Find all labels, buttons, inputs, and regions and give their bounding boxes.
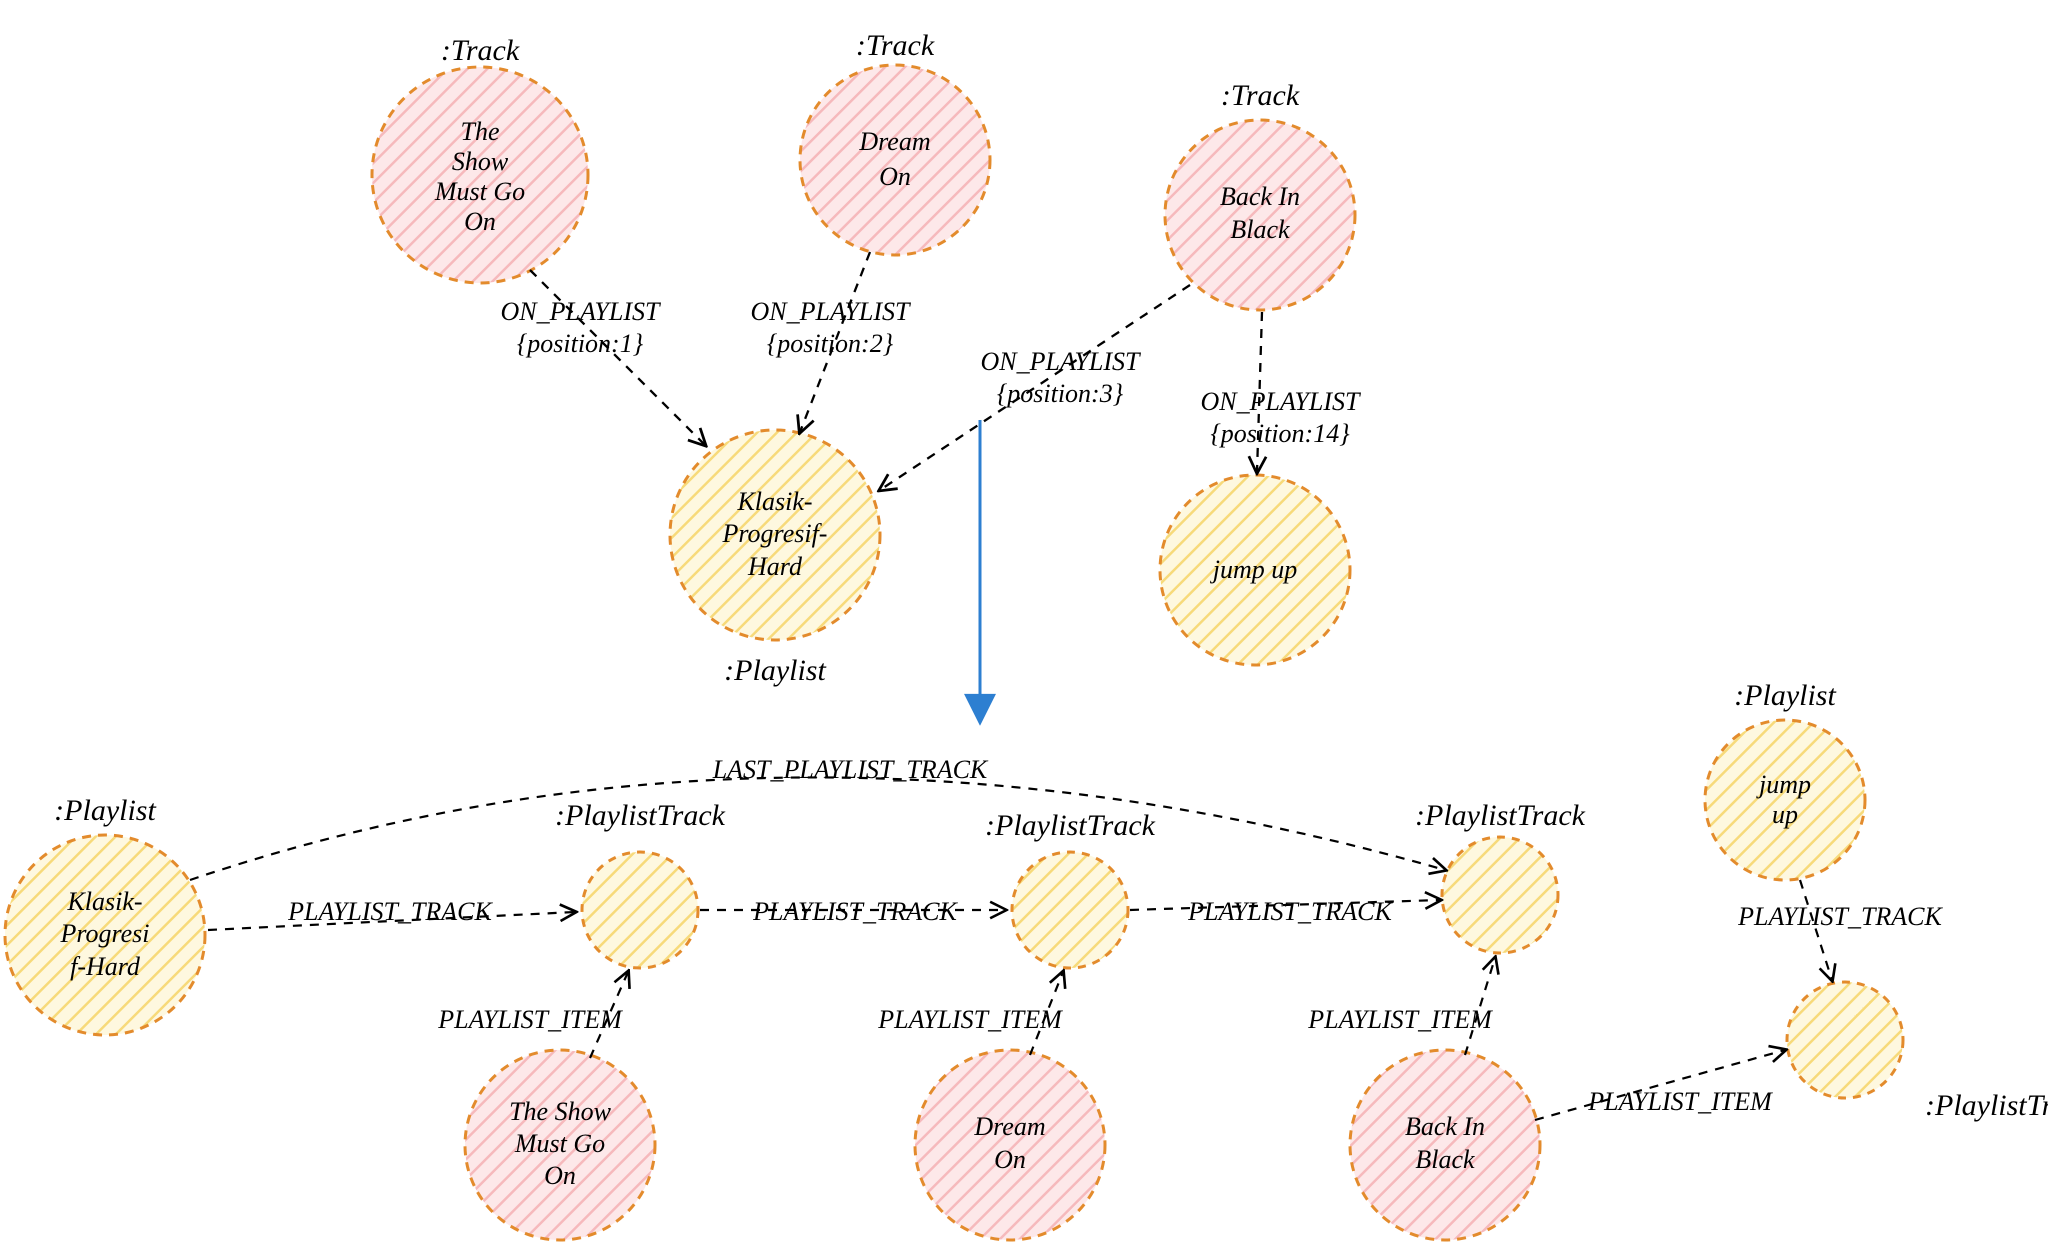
svg-text:LAST_PLAYLIST_TRACK: LAST_PLAYLIST_TRACK [712, 755, 989, 784]
node-playlisttrack-4 [1787, 982, 1903, 1098]
node-playlisttrack-2 [1012, 852, 1128, 968]
type-label-track: :Track [1221, 79, 1300, 112]
svg-text:PLAYLIST_TRACK: PLAYLIST_TRACK [1737, 902, 1943, 931]
svg-text:Black: Black [1415, 1145, 1475, 1174]
svg-text:Back In: Back In [1405, 1112, 1485, 1141]
svg-text:The Show: The Show [509, 1097, 612, 1126]
svg-text:On: On [464, 207, 496, 236]
svg-text:PLAYLIST_ITEM: PLAYLIST_ITEM [877, 1005, 1063, 1034]
svg-text:Hard: Hard [747, 552, 803, 581]
svg-text:ON_PLAYLIST: ON_PLAYLIST [501, 297, 661, 326]
type-label-playlisttrack: :PlaylistTrack [555, 799, 726, 832]
svg-text:On: On [544, 1161, 576, 1190]
type-label-playlisttrack: :PlaylistTrack [1415, 799, 1586, 832]
svg-text:Klasik-: Klasik- [66, 887, 142, 916]
svg-text:Back In: Back In [1220, 182, 1300, 211]
svg-text:{position:14}: {position:14} [1210, 419, 1350, 448]
svg-text:The: The [461, 117, 500, 146]
svg-text:PLAYLIST_TRACK: PLAYLIST_TRACK [287, 897, 493, 926]
type-label-playlisttrack: :PlaylistTrack [1925, 1089, 2048, 1122]
svg-text:ON_PLAYLIST: ON_PLAYLIST [751, 297, 911, 326]
svg-text:Dream: Dream [973, 1112, 1045, 1141]
svg-text:Must Go: Must Go [434, 177, 525, 206]
type-label-playlist: :Playlist [724, 654, 826, 687]
svg-text:{position:1}: {position:1} [517, 329, 644, 358]
svg-text:On: On [879, 162, 911, 191]
graph-diagram: :Track The Show Must Go On :Track Dream … [0, 0, 2048, 1251]
svg-text:{position:3}: {position:3} [997, 379, 1124, 408]
svg-text:ON_PLAYLIST: ON_PLAYLIST [1201, 387, 1361, 416]
svg-text:Klasik-: Klasik- [736, 487, 812, 516]
edge-last-playlist-track [190, 777, 1445, 880]
node-playlisttrack-3 [1442, 837, 1558, 953]
svg-text:jump: jump [1756, 770, 1811, 799]
svg-text:PLAYLIST_ITEM: PLAYLIST_ITEM [1307, 1005, 1493, 1034]
svg-text:{position:2}: {position:2} [767, 329, 894, 358]
svg-text:f-Hard: f-Hard [70, 952, 141, 981]
svg-text:Black: Black [1230, 215, 1290, 244]
type-label-playlisttrack: :PlaylistTrack [985, 809, 1156, 842]
svg-text:PLAYLIST_ITEM: PLAYLIST_ITEM [1587, 1087, 1773, 1116]
svg-text:PLAYLIST_ITEM: PLAYLIST_ITEM [437, 1005, 623, 1034]
svg-text:Must Go: Must Go [514, 1129, 605, 1158]
svg-text:Dream: Dream [858, 127, 930, 156]
svg-text:jump up: jump up [1210, 555, 1298, 584]
svg-text:PLAYLIST_TRACK: PLAYLIST_TRACK [1187, 897, 1393, 926]
svg-text:PLAYLIST_TRACK: PLAYLIST_TRACK [752, 897, 958, 926]
node-track-dream [800, 65, 990, 255]
svg-text:up: up [1772, 800, 1798, 829]
svg-text:Progresi: Progresi [59, 919, 149, 948]
svg-text:Progresif-: Progresif- [722, 519, 828, 548]
type-label-playlist: :Playlist [54, 794, 156, 827]
svg-text:Show: Show [452, 147, 509, 176]
node-playlisttrack-1 [582, 852, 698, 968]
type-label-track: :Track [441, 34, 520, 67]
type-label-track: :Track [856, 29, 935, 62]
svg-text:On: On [994, 1145, 1026, 1174]
svg-text:ON_PLAYLIST: ON_PLAYLIST [981, 347, 1141, 376]
type-label-playlist: :Playlist [1734, 679, 1836, 712]
